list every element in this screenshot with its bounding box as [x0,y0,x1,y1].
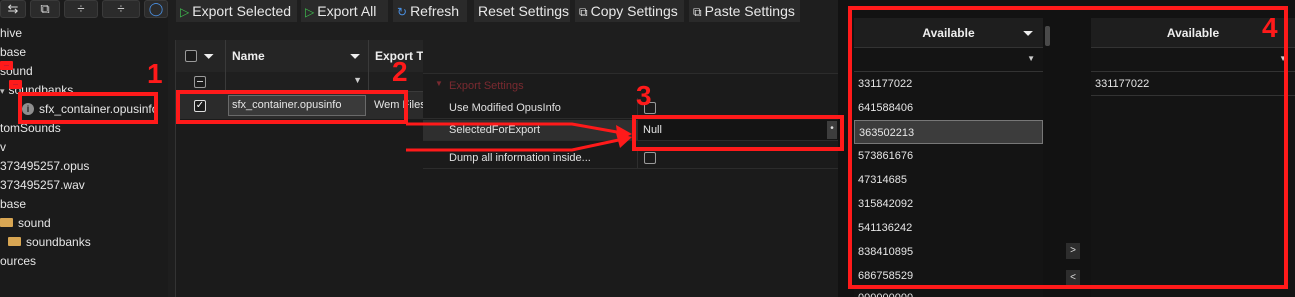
copy-icon: ⧉ [579,5,588,19]
tree-toolbar-button-1[interactable]: ⇆ [0,0,26,18]
property-toolbar [423,40,838,74]
refresh-button[interactable]: ↻ Refresh [393,0,467,22]
chevron-down-icon: ▾ [0,86,5,96]
filter-icon[interactable]: ⏷ [350,40,360,72]
tree-item[interactable]: ources [0,252,36,271]
annotation-box-3 [632,115,844,151]
tree-item[interactable]: hive [0,24,22,43]
refresh-icon: ↻ [397,5,408,19]
split-icon: ÷ [117,1,125,16]
annotation-number-3: 3 [636,80,652,111]
property-grid: ▼ Export Settings Use Modified OpusInfo … [423,74,838,297]
property-value[interactable] [637,148,838,168]
property-category[interactable]: ▼ Export Settings [423,76,838,97]
annotation-box-2 [176,90,408,124]
folder-icon [0,61,13,70]
tree-item[interactable]: base [0,195,26,214]
chevron-down-icon: ▼ [353,75,362,85]
export-selected-button[interactable]: ▷ Export Selected [176,0,297,22]
annotation-number-4: 4 [1262,12,1278,43]
play-icon: ▷ [180,5,190,19]
copy-settings-button[interactable]: ⧉ Copy Settings [575,0,684,22]
tree-item-sound[interactable]: sound [0,61,33,81]
folder-icon [8,237,21,247]
folder-icon [0,218,13,228]
reset-settings-button[interactable]: Reset Settings [474,0,570,22]
tree-toolbar-button-3[interactable]: ÷ [64,0,98,18]
annotation-number-2: 2 [392,56,408,87]
name-filter-input[interactable]: ▼ [226,72,369,92]
grid-header-select: ⏷ [176,40,226,72]
split-icon: ÷ [77,1,85,16]
list-item[interactable]: 000000000 [854,288,1043,297]
refresh-circle-icon: ◯ [148,1,164,16]
copy-icon: ⧉ [40,1,50,16]
dump-info-checkbox[interactable] [644,152,656,164]
file-grid: ⏷ Name ⏷ Export Ta ▼ ✓ sfx_container.opu… [175,40,424,297]
tree-item[interactable]: 373495257.opus [0,157,89,176]
tree-toolbar-button-2[interactable]: ⧉ [30,0,60,18]
tree-item-soundbanks[interactable]: soundbanks [8,233,91,252]
annotation-number-1: 1 [147,58,163,89]
folder-icon [8,80,22,89]
tree-item[interactable]: v [0,138,6,157]
collapse-icon: ⇆ [7,1,19,16]
paste-settings-button[interactable]: ⧉ Paste Settings [689,0,800,22]
export-all-button[interactable]: ▷ Export All [301,0,388,22]
tree-item-sound[interactable]: sound [0,214,51,233]
annotation-box-1 [18,92,158,124]
tree-item[interactable]: 373495257.wav [0,176,85,195]
indeterminate-checkbox[interactable] [194,76,206,88]
paste-icon: ⧉ [693,5,702,19]
filter-icon[interactable]: ⏷ [204,40,214,72]
grid-filter-cell[interactable] [176,72,226,92]
file-tree-panel: ⇆ ⧉ ÷ ÷ ◯ hive base sound ▾ soundbanks is… [0,0,168,297]
tree-toolbar-button-4[interactable]: ÷ [102,0,140,18]
annotation-box-4 [848,6,1288,289]
grid-header-name[interactable]: Name ⏷ [226,40,369,72]
select-all-checkbox[interactable] [185,50,197,62]
property-row-dump-info[interactable]: Dump all information inside... [423,148,838,169]
play-icon: ▷ [305,5,315,19]
chevron-down-icon: ▼ [435,79,443,88]
tree-item[interactable]: base [0,43,26,62]
tree-toolbar-button-5[interactable]: ◯ [144,0,168,18]
